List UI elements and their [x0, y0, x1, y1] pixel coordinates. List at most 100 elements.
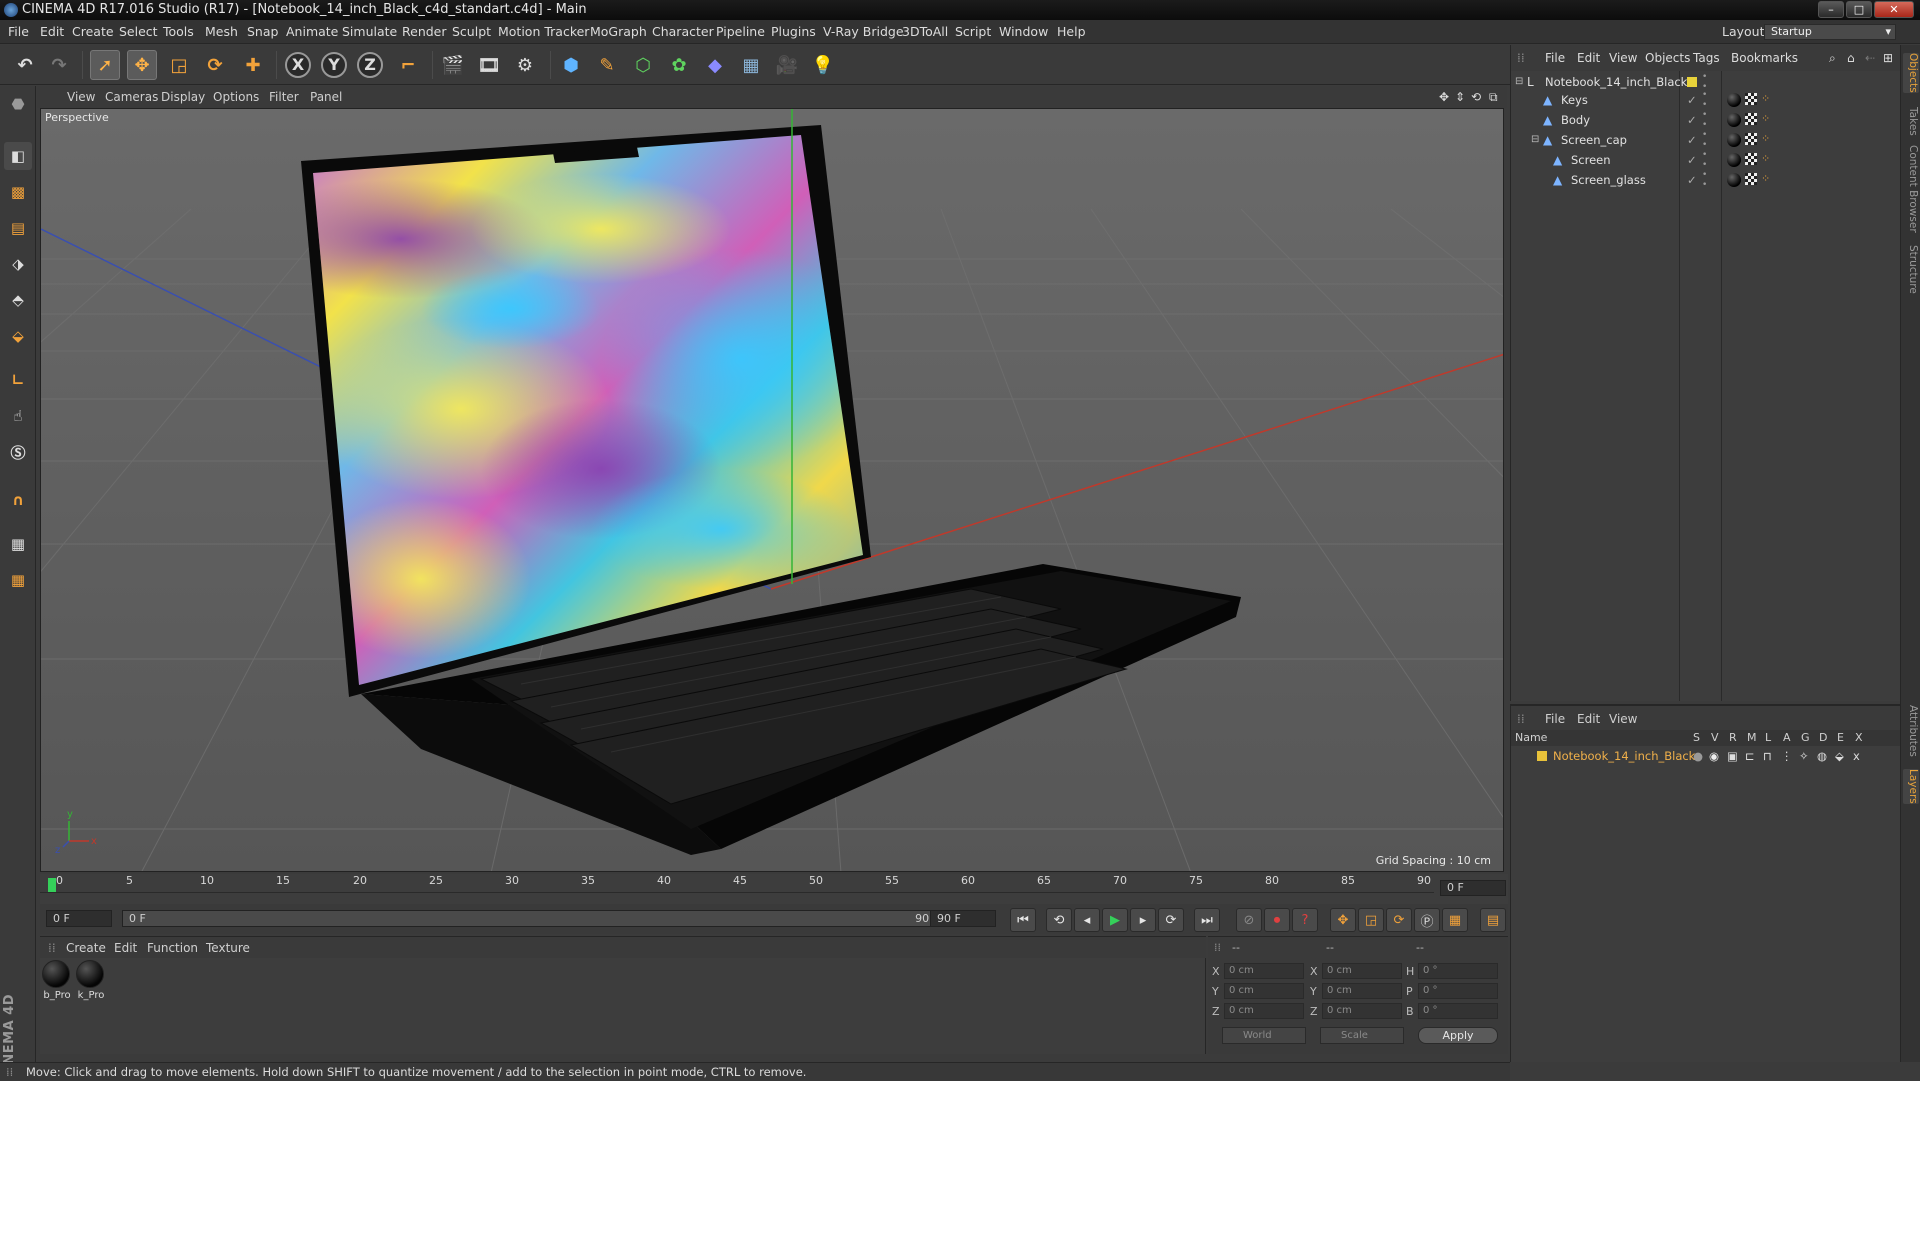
rotate-icon[interactable]: ⟳ — [200, 50, 230, 80]
menu-simulate[interactable]: Simulate — [342, 20, 397, 44]
material-menu-edit[interactable]: Edit — [114, 937, 137, 959]
layer-menu-file[interactable]: File — [1545, 706, 1565, 732]
undo-icon[interactable]: ↶ — [10, 50, 40, 80]
layer-menu-view[interactable]: View — [1609, 706, 1637, 732]
solo-icon[interactable]: ● — [1693, 746, 1703, 766]
scale-icon[interactable]: ◲ — [164, 50, 194, 80]
edges-mode-icon[interactable]: ⬘ — [4, 286, 32, 314]
side-tab-layers[interactable]: Layers — [1903, 769, 1919, 804]
pos-y-field[interactable]: 0 cm — [1224, 983, 1304, 999]
planar-workplane-icon[interactable]: ▦ — [4, 566, 32, 594]
material-thumbnail[interactable]: b_Pro — [42, 960, 72, 1004]
material-tag-icon[interactable] — [1727, 113, 1741, 127]
layer-row[interactable]: Notebook_14_inch_Black ● ◉ ▣ ⊏ ⊓ ⋮ ✧ ◍ ⬙… — [1511, 746, 1901, 766]
viewport-menu-cameras[interactable]: Cameras — [105, 86, 158, 108]
motion-record-icon[interactable]: ⊘ — [1236, 908, 1262, 932]
size-z-field[interactable]: 0 cm — [1322, 1003, 1402, 1019]
rot-h-field[interactable]: 0 ° — [1418, 963, 1498, 979]
phong-tag-icon[interactable]: ⁘ — [1761, 133, 1773, 145]
texture-tag-icon[interactable] — [1745, 153, 1757, 165]
viewport-move-icon[interactable]: ✥ — [1439, 86, 1449, 108]
material-tag-icon[interactable] — [1727, 173, 1741, 187]
coordinate-system-icon[interactable]: ⌐ — [393, 50, 423, 80]
material-tag-icon[interactable] — [1727, 133, 1741, 147]
object-menu-tags[interactable]: Tags — [1693, 45, 1720, 71]
xref-toggle-icon[interactable]: ⅹ — [1853, 746, 1860, 766]
side-tab-takes[interactable]: Takes — [1903, 107, 1919, 136]
points-mode-icon[interactable]: ⬗ — [4, 250, 32, 278]
menu-render[interactable]: Render — [402, 20, 447, 44]
y-axis-icon[interactable]: Y — [319, 50, 349, 80]
lock-workplane-icon[interactable]: ▦ — [4, 530, 32, 558]
material-tag-icon[interactable] — [1727, 93, 1741, 107]
tweak-mode-icon[interactable]: ☝ — [4, 402, 32, 430]
cube-icon[interactable]: ⬢ — [556, 50, 586, 80]
key-parameter-icon[interactable]: Ⓟ — [1414, 908, 1440, 932]
edit-check-icon[interactable]: ✓ — [1687, 150, 1697, 170]
object-row[interactable]: ▲ Keys ✓ • • ⁘ — [1511, 90, 1901, 110]
object-row[interactable]: ▲ Body ✓ • • ⁘ — [1511, 110, 1901, 130]
go-to-start-icon[interactable]: ⏮ — [1010, 908, 1036, 932]
camera-icon[interactable]: 🎥 — [772, 50, 802, 80]
timeline-window-icon[interactable]: ▤ — [1480, 908, 1506, 932]
minimize-button[interactable]: – — [1818, 1, 1844, 18]
move-icon[interactable]: ✥ — [127, 50, 157, 80]
redo-icon[interactable]: ↷ — [44, 50, 74, 80]
menu-vray-bridge[interactable]: V-Ray Bridge — [823, 20, 904, 44]
viewport-menu-display[interactable]: Display — [161, 86, 205, 108]
menu-select[interactable]: Select — [119, 20, 158, 44]
deformers-toggle-icon[interactable]: ◍ — [1817, 746, 1827, 766]
menu-mograph[interactable]: MoGraph — [590, 20, 647, 44]
back-icon[interactable]: ⇠ — [1865, 45, 1875, 71]
expressions-toggle-icon[interactable]: ⬙ — [1835, 746, 1844, 766]
view-toggle-icon[interactable]: ◉ — [1709, 746, 1719, 766]
apply-button[interactable]: Apply — [1418, 1027, 1498, 1044]
perspective-viewport[interactable]: y x z Perspective Grid Spacing : 10 cm — [40, 108, 1504, 872]
make-editable-icon[interactable]: ⬣ — [4, 90, 32, 118]
coordinate-mode-dropdown[interactable]: World — [1222, 1027, 1306, 1044]
phong-tag-icon[interactable]: ⁘ — [1761, 173, 1773, 185]
layer-color-swatch[interactable] — [1537, 751, 1547, 761]
menu-create[interactable]: Create — [72, 20, 114, 44]
key-pla-icon[interactable]: ▦ — [1442, 908, 1468, 932]
render-toggle-icon[interactable]: ▣ — [1727, 746, 1738, 766]
menu-plugins[interactable]: Plugins — [771, 20, 816, 44]
viewport-menu-filter[interactable]: Filter — [269, 86, 299, 108]
object-row[interactable]: ▲ Screen_glass ✓ • • ⁘ — [1511, 170, 1901, 190]
texture-tag-icon[interactable] — [1745, 93, 1757, 105]
object-row[interactable]: ▲ Screen ✓ • • ⁘ — [1511, 150, 1901, 170]
side-tab-objects[interactable]: Objects — [1903, 53, 1919, 93]
menu-help[interactable]: Help — [1057, 20, 1086, 44]
menu-tools[interactable]: Tools — [163, 20, 194, 44]
next-frame-icon[interactable]: ▸ — [1130, 908, 1156, 932]
previous-frame-icon[interactable]: ◂ — [1074, 908, 1100, 932]
next-key-icon[interactable]: ⟳ — [1158, 908, 1184, 932]
animation-toggle-icon[interactable]: ⋮ — [1781, 746, 1793, 766]
viewport-rotate-icon[interactable]: ⟲ — [1471, 86, 1481, 108]
size-mode-dropdown[interactable]: Scale — [1320, 1027, 1404, 1044]
workplane-icon[interactable]: ▤ — [4, 214, 32, 242]
new-view-icon[interactable]: ⊞ — [1883, 45, 1893, 71]
snap-icon[interactable]: Ⓢ — [4, 438, 32, 466]
home-icon[interactable]: ⌂ — [1847, 45, 1855, 71]
viewport-menu-panel[interactable]: Panel — [310, 86, 342, 108]
pos-z-field[interactable]: 0 cm — [1224, 1003, 1304, 1019]
object-menu-bookmarks[interactable]: Bookmarks — [1731, 45, 1798, 71]
object-menu-view[interactable]: View — [1609, 45, 1637, 71]
collapse-icon[interactable]: ⊟ — [1515, 72, 1523, 92]
menu-script[interactable]: Script — [955, 20, 991, 44]
phong-tag-icon[interactable]: ⁘ — [1761, 153, 1773, 165]
material-thumbnail[interactable]: k_Pro — [76, 960, 106, 1004]
menu-animate[interactable]: Animate — [286, 20, 338, 44]
menu-snap[interactable]: Snap — [247, 20, 278, 44]
material-menu-function[interactable]: Function — [147, 937, 198, 959]
object-menu-file[interactable]: File — [1545, 45, 1565, 71]
pen-spline-icon[interactable]: ✎ — [592, 50, 622, 80]
previous-key-icon[interactable]: ⟲ — [1046, 908, 1072, 932]
frame-range-slider[interactable]: 0 F 90 F — [122, 910, 962, 927]
texture-tag-icon[interactable] — [1745, 133, 1757, 145]
menu-mesh[interactable]: Mesh — [205, 20, 238, 44]
size-y-field[interactable]: 0 cm — [1322, 983, 1402, 999]
rot-b-field[interactable]: 0 ° — [1418, 1003, 1498, 1019]
menu-sculpt[interactable]: Sculpt — [452, 20, 491, 44]
